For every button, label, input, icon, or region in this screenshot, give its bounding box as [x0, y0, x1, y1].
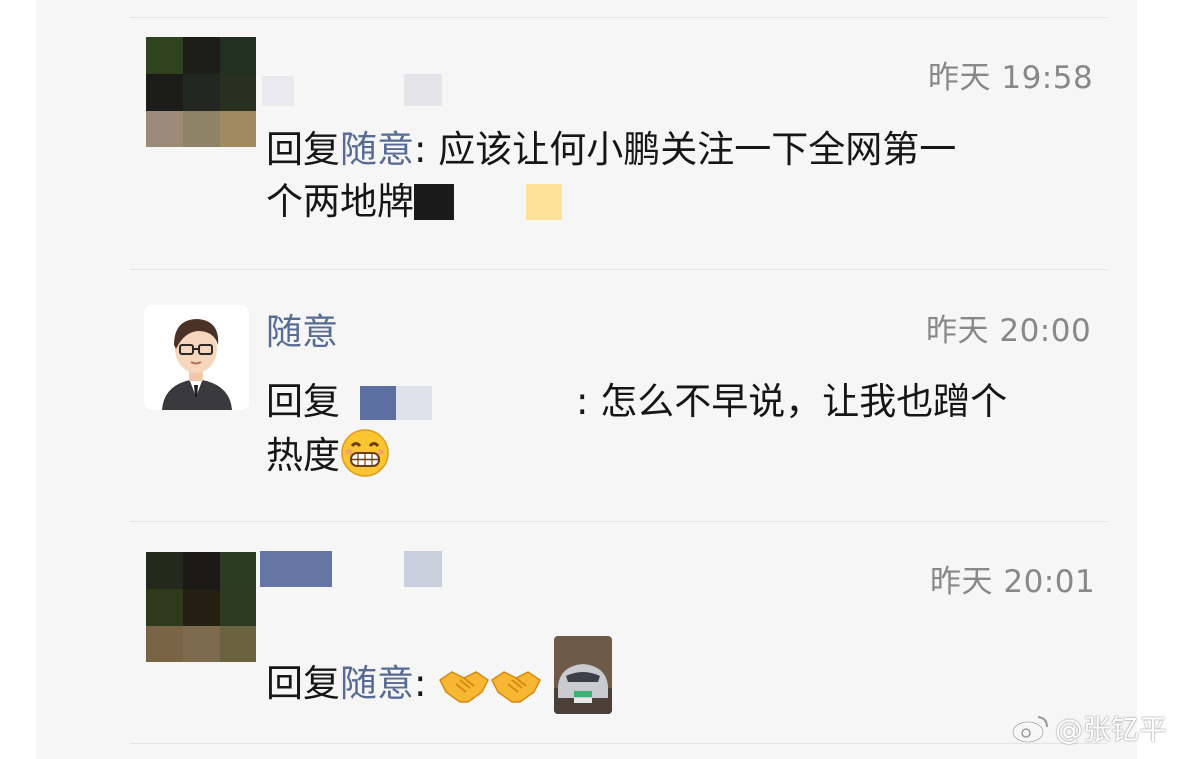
separator: :	[414, 662, 427, 705]
avatar[interactable]	[144, 305, 249, 410]
blurred-content	[414, 184, 564, 220]
separator: :	[576, 380, 589, 423]
divider	[130, 521, 1107, 522]
avatar[interactable]	[146, 552, 256, 662]
divider	[130, 269, 1107, 270]
blurred-username	[404, 74, 442, 106]
divider	[130, 743, 1107, 744]
reply-prefix: 回复	[266, 662, 340, 705]
timestamp: 昨天 20:00	[926, 313, 1092, 349]
blurred-username[interactable]	[260, 551, 332, 587]
comment-text: 回复随意:	[266, 636, 1106, 720]
separator: :	[414, 128, 427, 171]
author-name[interactable]: 随意	[266, 311, 338, 355]
timestamp: 昨天 20:01	[930, 564, 1096, 600]
timestamp: 昨天 19:58	[928, 60, 1094, 96]
divider	[130, 17, 1107, 18]
watermark: @张钇平	[1011, 708, 1167, 748]
avatar[interactable]	[146, 37, 256, 147]
watermark-handle: @张钇平	[1054, 713, 1167, 746]
car-photo-thumbnail[interactable]	[554, 636, 612, 714]
weibo-icon	[1011, 716, 1048, 743]
blurred-username[interactable]	[340, 386, 576, 420]
comment-text-line: 热度	[266, 434, 340, 477]
reply-to-link[interactable]: 随意	[340, 128, 414, 171]
blurred-username	[262, 76, 294, 106]
comment-text: 回复随意: 应该让何小鹏关注一下全网第一 个两地牌	[266, 124, 1106, 228]
comment-text-line: 应该让何小鹏关注一下全网第一	[426, 128, 957, 171]
reply-to-link[interactable]: 随意	[340, 662, 414, 705]
cartoon-avatar-icon	[144, 305, 249, 410]
reply-prefix: 回复	[266, 128, 340, 171]
comment-text-line: 怎么不早说，让我也蹭个	[588, 380, 1008, 423]
comment-text: 回复 : 怎么不早说，让我也蹭个 热度	[266, 376, 1106, 492]
handshake-icon	[490, 666, 542, 720]
grinning-face-icon	[340, 428, 390, 492]
reply-prefix: 回复	[266, 380, 340, 423]
comment-text-line: 个两地牌	[266, 180, 414, 223]
blurred-username	[404, 551, 442, 587]
handshake-icon	[438, 666, 490, 720]
